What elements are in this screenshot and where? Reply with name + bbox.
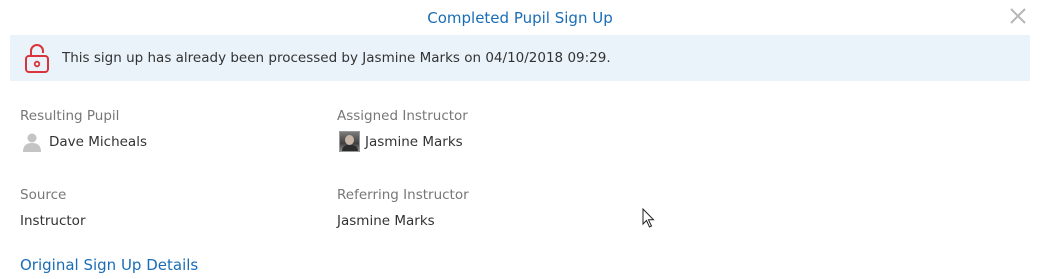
resulting-pupil-name[interactable]: Dave Micheals bbox=[49, 134, 147, 150]
referring-instructor-value: Jasmine Marks bbox=[337, 213, 435, 229]
source-label: Source bbox=[20, 187, 67, 203]
person-icon bbox=[23, 133, 41, 152]
notice-text: This sign up has already been processed … bbox=[62, 50, 611, 66]
referring-instructor-label: Referring Instructor bbox=[337, 187, 469, 203]
original-sign-up-details-heading[interactable]: Original Sign Up Details bbox=[20, 256, 198, 274]
modal-title: Completed Pupil Sign Up bbox=[427, 9, 613, 27]
completed-pupil-sign-up-modal: Completed Pupil Sign Up This sign up has… bbox=[0, 0, 1040, 279]
source-value: Instructor bbox=[20, 213, 86, 229]
processed-notice: This sign up has already been processed … bbox=[10, 35, 1030, 81]
avatar bbox=[339, 131, 360, 152]
assigned-instructor-name[interactable]: Jasmine Marks bbox=[365, 134, 463, 150]
resulting-pupil-label: Resulting Pupil bbox=[20, 108, 120, 124]
mouse-cursor-icon bbox=[642, 208, 655, 228]
close-icon[interactable] bbox=[1008, 6, 1028, 26]
resulting-pupil-value[interactable]: Dave Micheals bbox=[20, 132, 147, 152]
assigned-instructor-label: Assigned Instructor bbox=[337, 108, 468, 124]
source-text: Instructor bbox=[20, 213, 86, 229]
lock-icon bbox=[25, 44, 49, 73]
assigned-instructor-value[interactable]: Jasmine Marks bbox=[339, 131, 463, 152]
referring-instructor-name: Jasmine Marks bbox=[337, 213, 435, 229]
